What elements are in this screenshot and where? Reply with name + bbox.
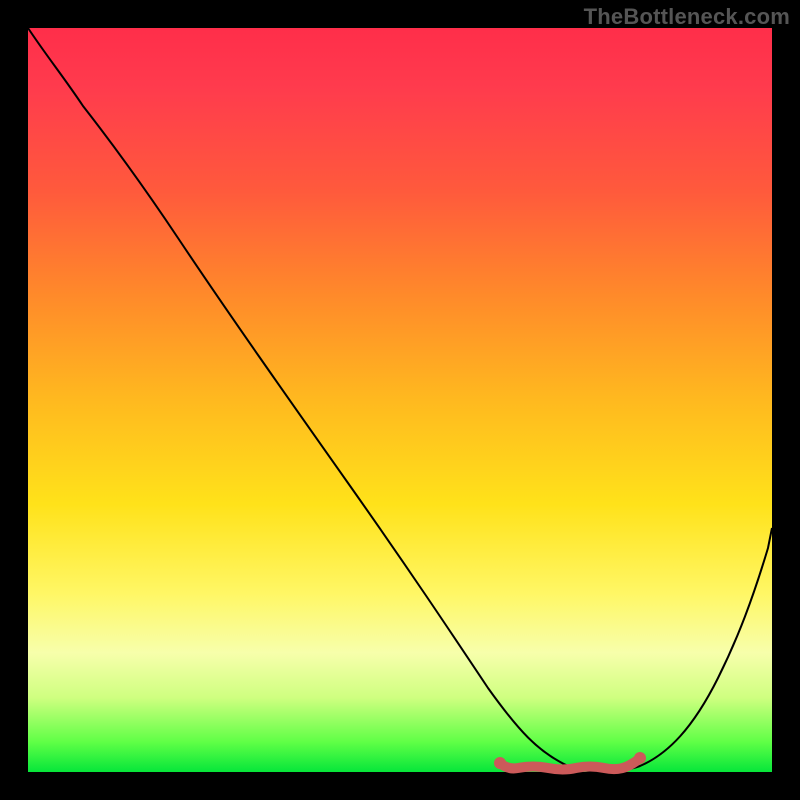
bottleneck-curve [28,28,772,772]
marker-dot-right [634,752,646,764]
minimum-highlight [500,758,640,770]
chart-svg [28,28,772,772]
watermark-text: TheBottleneck.com [584,4,790,30]
plot-area [28,28,772,772]
marker-dot-left [494,757,506,769]
chart-container: TheBottleneck.com [0,0,800,800]
